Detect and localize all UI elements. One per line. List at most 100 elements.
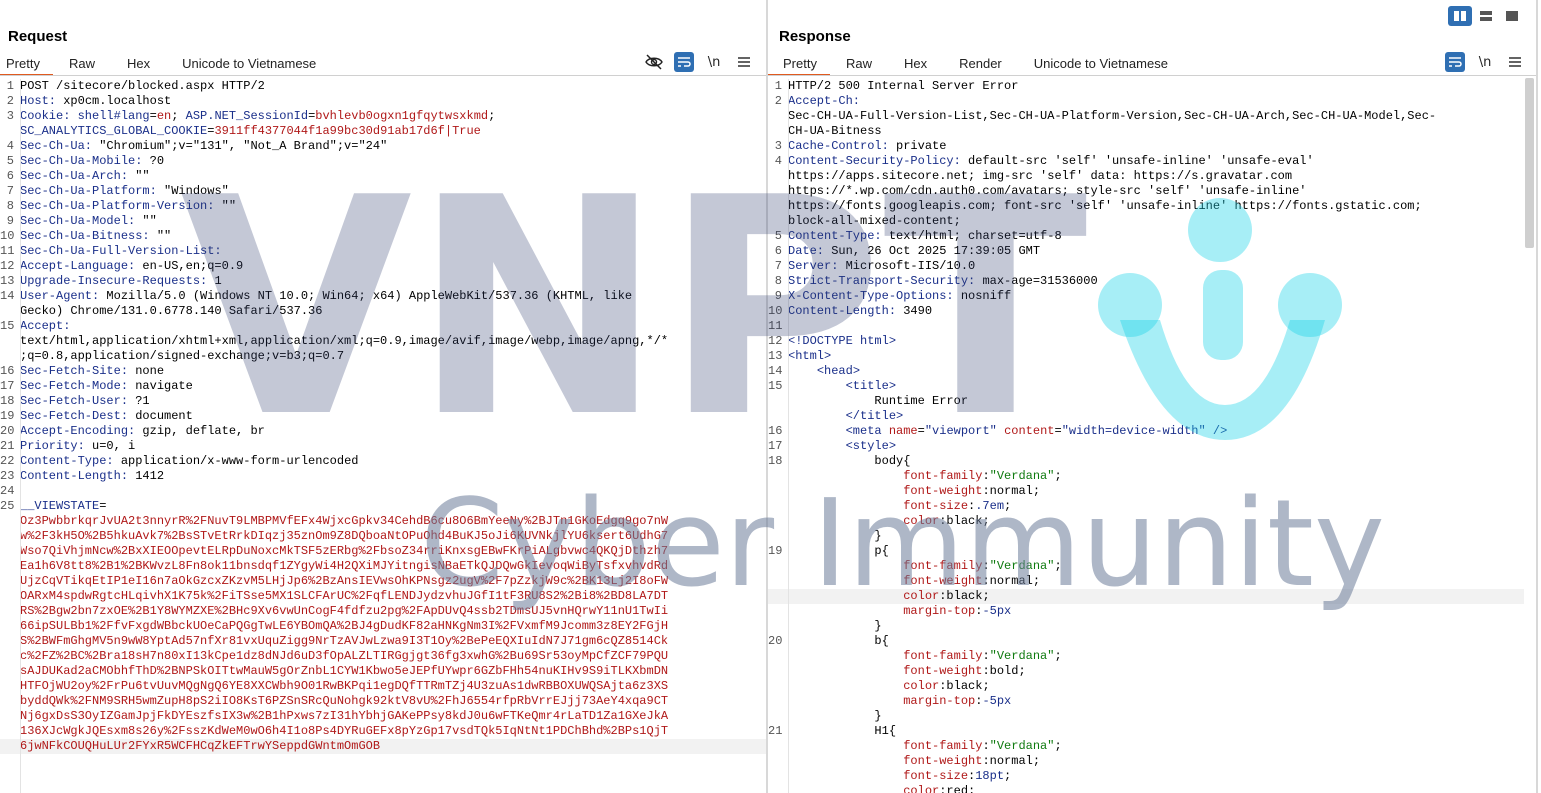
code-line[interactable]: font-weight:normal;	[768, 574, 1524, 589]
code-line[interactable]: 19 Sec-Fetch-Dest: document	[0, 409, 766, 424]
code-line[interactable]: font-size:18pt;	[768, 769, 1524, 784]
request-tab-raw[interactable]: Raw	[53, 53, 111, 74]
code-line[interactable]: font-weight:normal;	[768, 484, 1524, 499]
code-line[interactable]: }	[768, 619, 1524, 634]
code-line[interactable]: 17 <style>	[768, 439, 1524, 454]
code-line[interactable]: }	[768, 709, 1524, 724]
code-line[interactable]: 9 Sec-Ch-Ua-Model: ""	[0, 214, 766, 229]
code-line[interactable]: color:black;	[768, 679, 1524, 694]
code-line[interactable]: 25 __VIEWSTATE=	[0, 499, 766, 514]
newline-toggle[interactable]: \n	[1475, 52, 1495, 72]
code-line[interactable]: ;q=0.8,application/signed-exchange;v=b3;…	[0, 349, 766, 364]
code-line[interactable]: Sec-CH-UA-Full-Version-List,Sec-CH-UA-Pl…	[768, 109, 1524, 124]
code-line[interactable]: font-family:"Verdana";	[768, 469, 1524, 484]
code-line[interactable]: 23 Content-Length: 1412	[0, 469, 766, 484]
code-line[interactable]: 15 <title>	[768, 379, 1524, 394]
newline-toggle[interactable]: \n	[704, 52, 724, 72]
code-line[interactable]: 5 Sec-Ch-Ua-Mobile: ?0	[0, 154, 766, 169]
code-line[interactable]: Ea1h6V8tt8%2B1%2BKWvzL8Fn8ok11bnsdqf1ZYg…	[0, 559, 766, 574]
code-line[interactable]: block-all-mixed-content;	[768, 214, 1524, 229]
response-scrollbar[interactable]	[1525, 78, 1534, 248]
code-line[interactable]: 14 <head>	[768, 364, 1524, 379]
code-line[interactable]: 3 Cache-Control: private	[768, 139, 1524, 154]
code-line[interactable]: 1 POST /sitecore/blocked.aspx HTTP/2	[0, 79, 766, 94]
code-line[interactable]: 11	[768, 319, 1524, 334]
code-line[interactable]: 7 Sec-Ch-Ua-Platform: "Windows"	[0, 184, 766, 199]
code-line[interactable]: w%2F3kH5O%2B5hkuAvk7%2BsSTvEtRrkDIqzj35z…	[0, 529, 766, 544]
response-tab-pretty[interactable]: Pretty	[768, 53, 830, 76]
response-tab-render[interactable]: Render	[943, 53, 1018, 74]
code-line[interactable]: https://fonts.googleapis.com; font-src '…	[768, 199, 1524, 214]
code-line[interactable]: 13 Upgrade-Insecure-Requests: 1	[0, 274, 766, 289]
code-line[interactable]: 24	[0, 484, 766, 499]
code-line[interactable]: UjzCqVTikqEtIP1eI16n7aOkGzcxZKzvM5LHjJp6…	[0, 574, 766, 589]
response-editor[interactable]: 1 HTTP/2 500 Internal Server Error 2 Accept…	[768, 79, 1524, 793]
code-line[interactable]: 2 Accept-Ch:	[768, 94, 1524, 109]
menu-icon[interactable]	[734, 52, 754, 72]
code-line[interactable]: 18 Sec-Fetch-User: ?1	[0, 394, 766, 409]
code-line[interactable]: sAJDUKad2aCMObhfThD%2BNPSkOITtwMauW5gOrZ…	[0, 664, 766, 679]
code-line[interactable]: 21 H1{	[768, 724, 1524, 739]
layout-single-icon[interactable]	[1500, 6, 1524, 26]
code-line[interactable]: 66ipSULBb1%2FfvFxgdWBbckUOeCaPQGgTwLE6YB…	[0, 619, 766, 634]
code-line[interactable]: 6jwNFkCOUQHuLUr2FYxR5WCFHCqZkEFTrwYSeppd…	[0, 739, 766, 754]
code-line[interactable]: 13 <html>	[768, 349, 1524, 364]
code-line[interactable]: Oz3PwbbrkqrJvUA2t3nnyrR%2FNuvT9LMBPMVfEF…	[0, 514, 766, 529]
code-line[interactable]: 7 Server: Microsoft-IIS/10.0	[768, 259, 1524, 274]
code-line[interactable]: 2 Host: xp0cm.localhost	[0, 94, 766, 109]
code-line[interactable]: 4 Content-Security-Policy: default-src 's…	[768, 154, 1524, 169]
wrap-icon[interactable]	[674, 52, 694, 72]
code-line[interactable]: 5 Content-Type: text/html; charset=utf-8	[768, 229, 1524, 244]
code-line[interactable]: Gecko) Chrome/131.0.6778.140 Safari/537.…	[0, 304, 766, 319]
code-line[interactable]: c%2FZ%2BC%2Bra18sH7n80xI13kCpe1dz8dNJd6u…	[0, 649, 766, 664]
code-line[interactable]: HTFOjWU2oy%2FrPu6tvUuvMQgNgQ6YE8XXCWbh9O…	[0, 679, 766, 694]
code-line[interactable]: 20 b{	[768, 634, 1524, 649]
code-line[interactable]: byddQWk%2FNM9SRH5wmZupH8pS2iIO8KsT6PZSnS…	[0, 694, 766, 709]
code-line[interactable]: }	[768, 529, 1524, 544]
code-line[interactable]: color:black;	[768, 589, 1524, 604]
code-line[interactable]: text/html,application/xhtml+xml,applicat…	[0, 334, 766, 349]
code-line[interactable]: Wso7QiVhjmNcw%2BxXIEOOpevtELRpDuNoxcMkTS…	[0, 544, 766, 559]
code-line[interactable]: 10 Content-Length: 3490	[768, 304, 1524, 319]
code-line[interactable]: 6 Sec-Ch-Ua-Arch: ""	[0, 169, 766, 184]
code-line[interactable]: 16 <meta name="viewport" content="width=…	[768, 424, 1524, 439]
code-line[interactable]: font-family:"Verdana";	[768, 739, 1524, 754]
code-line[interactable]: Runtime Error	[768, 394, 1524, 409]
code-line[interactable]: 16 Sec-Fetch-Site: none	[0, 364, 766, 379]
code-line[interactable]: 11 Sec-Ch-Ua-Full-Version-List:	[0, 244, 766, 259]
code-line[interactable]: 14 User-Agent: Mozilla/5.0 (Windows NT 10…	[0, 289, 766, 304]
code-line[interactable]: 8 Strict-Transport-Security: max-age=3153…	[768, 274, 1524, 289]
request-tab-pretty[interactable]: Pretty	[0, 53, 53, 76]
request-editor[interactable]: 1 POST /sitecore/blocked.aspx HTTP/2 2 Host…	[0, 79, 766, 793]
code-line[interactable]: 1 HTTP/2 500 Internal Server Error	[768, 79, 1524, 94]
code-line[interactable]: OARxM4spdwRgtcHLqivhX1K75k%2FiTSse5MX1SL…	[0, 589, 766, 604]
layout-stacked-icon[interactable]	[1474, 6, 1498, 26]
eye-off-icon[interactable]	[644, 52, 664, 72]
code-line[interactable]: 3 Cookie: shell#lang=en; ASP.NET_SessionI…	[0, 109, 766, 124]
code-line[interactable]: color:black;	[768, 514, 1524, 529]
code-line[interactable]: 9 X-Content-Type-Options: nosniff	[768, 289, 1524, 304]
code-line[interactable]: 136XJcWgkJQEsxm8s26y%2FsszKdWeM0wO6h4I1o…	[0, 724, 766, 739]
code-line[interactable]: S%2BWFmGhgMV5n9wW8YptAd57nfXr81vxUquZigg…	[0, 634, 766, 649]
response-tab-hex[interactable]: Hex	[888, 53, 943, 74]
code-line[interactable]: color:red;	[768, 784, 1524, 793]
request-tab-hex[interactable]: Hex	[111, 53, 166, 74]
code-line[interactable]: 10 Sec-Ch-Ua-Bitness: ""	[0, 229, 766, 244]
code-line[interactable]: margin-top:-5px	[768, 604, 1524, 619]
response-tab-unicode[interactable]: Unicode to Vietnamese	[1018, 53, 1184, 74]
code-line[interactable]: font-family:"Verdana";	[768, 559, 1524, 574]
code-line[interactable]: https://*.wp.com/cdn.auth0.com/avatars; …	[768, 184, 1524, 199]
code-line[interactable]: font-weight:bold;	[768, 664, 1524, 679]
layout-side-by-side-icon[interactable]	[1448, 6, 1472, 26]
code-line[interactable]: 6 Date: Sun, 26 Oct 2025 17:39:05 GMT	[768, 244, 1524, 259]
code-line[interactable]: font-size:.7em;	[768, 499, 1524, 514]
menu-icon[interactable]	[1505, 52, 1525, 72]
code-line[interactable]: font-weight:normal;	[768, 754, 1524, 769]
code-line[interactable]: margin-top:-5px	[768, 694, 1524, 709]
code-line[interactable]: https://apps.sitecore.net; img-src 'self…	[768, 169, 1524, 184]
code-line[interactable]: RS%2Bgw2bn7zxOE%2B1Y8WYMZXE%2BHc9Xv6vwUn…	[0, 604, 766, 619]
request-tab-unicode[interactable]: Unicode to Vietnamese	[166, 53, 332, 74]
code-line[interactable]: 18 body{	[768, 454, 1524, 469]
code-line[interactable]: font-family:"Verdana";	[768, 649, 1524, 664]
code-line[interactable]: 22 Content-Type: application/x-www-form-u…	[0, 454, 766, 469]
